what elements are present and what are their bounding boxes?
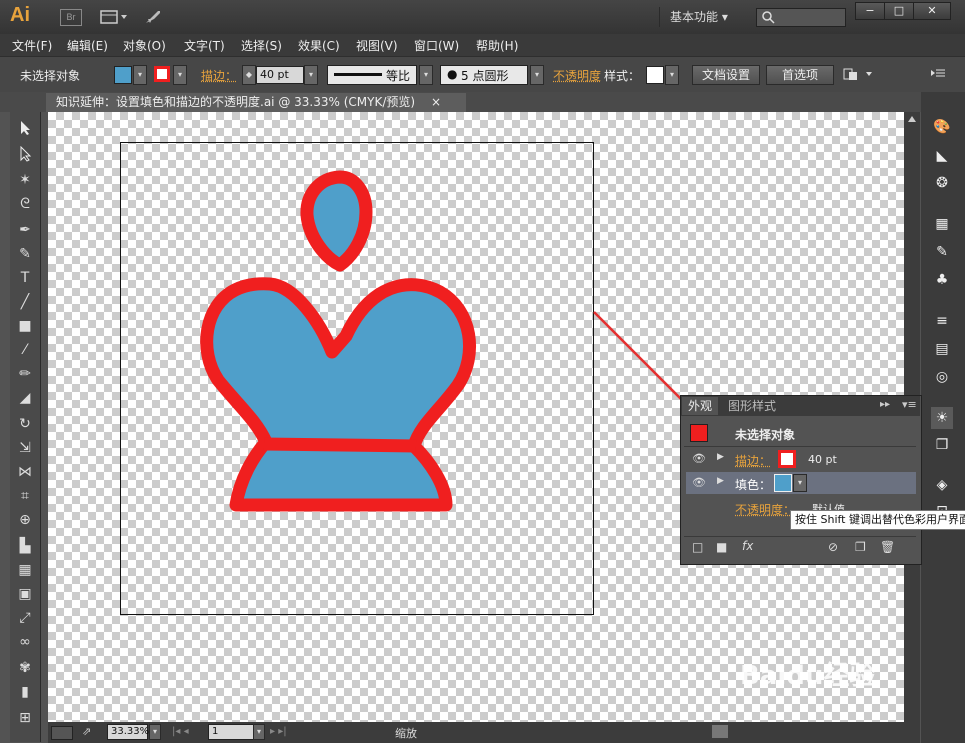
recolor-icon[interactable]: ❂ (931, 172, 953, 194)
artwork-layer (0, 0, 965, 743)
divider (684, 536, 916, 537)
share-icon[interactable]: ⇗ (82, 725, 96, 739)
transparency-panel-icon[interactable]: ◎ (931, 366, 953, 388)
layers-panel-icon[interactable]: ◈ (931, 474, 953, 496)
divider (684, 446, 916, 447)
fill-row-dropdown[interactable]: ▾ (793, 474, 807, 492)
tooltip: 按住 Shift 键调出替代色彩用户界面 (790, 510, 965, 530)
zoom-dropdown[interactable]: ▾ (149, 724, 161, 740)
stroke-row-swatch[interactable] (778, 450, 796, 468)
add-fill-icon[interactable]: ■ (716, 540, 727, 554)
eye-icon[interactable]: 👁 (692, 452, 706, 465)
crown-body-shape[interactable] (207, 284, 470, 505)
watermark: Baidu经验 (740, 655, 875, 692)
collapse-panel-icon[interactable]: ▸▸ (880, 399, 890, 410)
expand-triangle-icon[interactable]: ▶ (717, 452, 724, 462)
add-effect-icon[interactable]: fx (742, 539, 753, 553)
horizontal-scroll-thumb[interactable] (712, 725, 728, 738)
fill-row-label[interactable]: 填色： (735, 476, 771, 493)
last-artboard-icon[interactable]: ▸ ▸| (270, 726, 287, 737)
appearance-header: 未选择对象 (735, 426, 795, 443)
panel-options-icon[interactable]: ▾≡ (902, 398, 917, 411)
graphic-styles-icon[interactable]: ❐ (931, 434, 953, 456)
stroke-row-label[interactable]: 描边： (735, 452, 771, 469)
fill-row-swatch[interactable] (774, 474, 792, 492)
swatches-icon[interactable]: ▦ (931, 213, 953, 235)
selection-thumbnail (690, 424, 708, 442)
duplicate-item-icon[interactable]: ❐ (855, 540, 866, 554)
stroke-row-value: 40 pt (808, 453, 837, 466)
scroll-up-icon[interactable] (908, 116, 916, 122)
add-stroke-icon[interactable]: □ (692, 540, 703, 554)
delete-item-icon[interactable]: 🗑 (880, 540, 895, 554)
color-guide-icon[interactable]: ◣ (931, 145, 953, 167)
expand-triangle-icon[interactable]: ▶ (717, 476, 724, 486)
opacity-row-label[interactable]: 不透明度： (735, 501, 795, 518)
crown-band-line (264, 444, 416, 446)
artboard-dropdown[interactable]: ▾ (253, 724, 265, 740)
brushes-icon[interactable]: ✎ (931, 241, 953, 263)
eye-icon[interactable]: 👁 (692, 476, 706, 489)
tab-appearance[interactable]: 外观 (682, 397, 718, 415)
tab-graphic-styles[interactable]: 图形样式 (722, 397, 782, 415)
artboard-number-input[interactable]: 1 (208, 724, 255, 740)
zoom-preset-icon[interactable] (51, 726, 73, 740)
symbols-icon[interactable]: ♣ (931, 269, 953, 291)
color-panel-icon[interactable]: 🎨 (931, 116, 953, 138)
drop-shape[interactable] (307, 177, 366, 265)
current-tool-status: 缩放 (395, 725, 417, 741)
zoom-input[interactable]: 33.33% (107, 724, 148, 740)
first-artboard-icon[interactable]: |◂ ◂ (172, 726, 189, 737)
gradient-panel-icon[interactable]: ▤ (931, 338, 953, 360)
appearance-panel-icon[interactable]: ☀ (931, 407, 953, 429)
stroke-panel-icon[interactable]: ≡ (931, 310, 953, 332)
clear-appearance-icon[interactable]: ⊘ (828, 540, 838, 554)
